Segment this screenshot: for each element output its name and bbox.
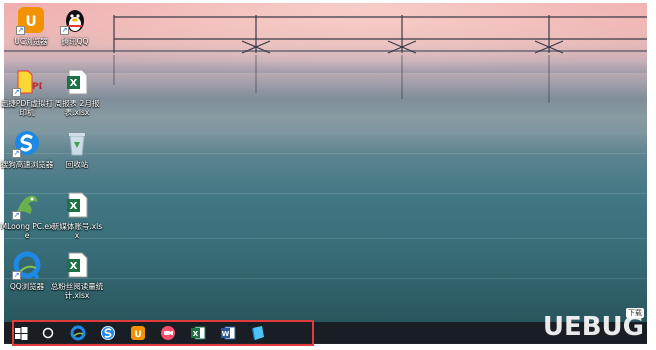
desktop-icon-label: 总粉丝阅读量统计.xlsx xyxy=(50,282,104,300)
desktop-icon-label: 迅捷PDF虚拟打印机 xyxy=(0,99,54,117)
desktop-icon-label: 周报表 2月报表.xlsx xyxy=(54,99,100,117)
desktop-icon-pdf-printer[interactable]: PDF ↗ 迅捷PDF虚拟打印机 xyxy=(0,67,54,117)
desktop-icon-weekly-report[interactable]: X 周报表 2月报表.xlsx xyxy=(50,67,104,117)
svg-text:X: X xyxy=(70,78,78,89)
qq-browser-icon: ↗ xyxy=(12,250,42,280)
excel-file-icon: X xyxy=(62,250,92,280)
svg-text:X: X xyxy=(70,261,78,272)
taskbar-highlight-box xyxy=(12,320,314,346)
excel-file-icon: X xyxy=(62,67,92,97)
sogou-browser-icon: ↗ xyxy=(12,128,42,158)
svg-text:X: X xyxy=(70,201,78,212)
pdf-printer-icon: PDF ↗ xyxy=(12,67,52,97)
desktop-icon-label: 腾讯QQ xyxy=(61,37,89,46)
desktop-icon-label: MLoong PC.exe xyxy=(0,222,54,240)
excel-file-icon: X xyxy=(62,190,92,220)
desktop-icon-label: 回收站 xyxy=(65,160,89,169)
desktop-icon-qq-browser[interactable]: ↗ QQ浏览器 xyxy=(0,250,54,291)
desktop-icon-label: QQ浏览器 xyxy=(9,282,45,291)
uc-browser-icon: U ↗ xyxy=(16,5,46,35)
uebug-watermark-logo: UEBUG 下载 xyxy=(543,308,644,344)
desktop-icon-qq[interactable]: ↗ 腾讯QQ xyxy=(48,5,102,46)
svg-text:U: U xyxy=(25,14,36,30)
qq-penguin-icon: ↗ xyxy=(60,5,90,35)
watermark-badge: 下载 xyxy=(626,308,644,318)
desktop-icon-mloong[interactable]: ↗ MLoong PC.exe xyxy=(0,190,54,240)
desktop-icon-sogou-browser[interactable]: ↗ 搜狗高速浏览器 xyxy=(0,128,54,169)
desktop-icon-label: 新媒体账号.xlsx xyxy=(51,222,103,240)
recycle-bin-icon xyxy=(62,128,92,158)
desktop-icon-fans-stats[interactable]: X 总粉丝阅读量统计.xlsx xyxy=(50,250,104,300)
svg-text:PDF: PDF xyxy=(32,82,42,92)
mloong-app-icon: ↗ xyxy=(12,190,42,220)
desktop-icon-recycle-bin[interactable]: 回收站 xyxy=(50,128,104,169)
desktop-icon-media-accounts[interactable]: X 新媒体账号.xlsx xyxy=(50,190,104,240)
desktop-icon-label: 搜狗高速浏览器 xyxy=(0,160,54,169)
